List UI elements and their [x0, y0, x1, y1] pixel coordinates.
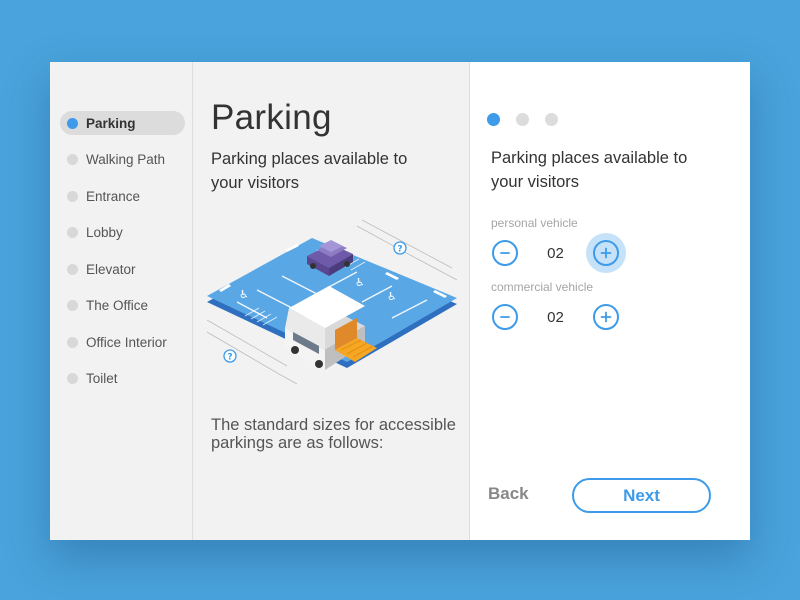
sidebar-item-label: The Office — [86, 298, 149, 313]
plus-icon — [600, 247, 612, 259]
personal-vehicle-decrement-button[interactable] — [492, 240, 518, 266]
sidebar: Parking Walking Path Entrance Lobby Elev… — [50, 62, 193, 540]
commercial-vehicle-label: commercial vehicle — [491, 280, 594, 294]
sidebar-item-label: Lobby — [86, 225, 123, 240]
sidebar-item-toilet[interactable]: Toilet — [60, 367, 185, 391]
sidebar-item-label: Parking — [86, 115, 136, 131]
personal-vehicle-count: 02 — [547, 244, 564, 262]
form-subtitle: Parking places available to your visitor… — [491, 149, 688, 191]
sidebar-item-parking[interactable]: Parking — [60, 111, 185, 135]
commercial-vehicle-count: 02 — [547, 308, 564, 326]
parking-lot-illustration: ♿ ♿ ♿ ♿ — [207, 220, 457, 385]
page-subtitle: Parking places available to your visitor… — [211, 150, 408, 192]
sidebar-item-label: Walking Path — [86, 152, 166, 167]
status-dot-icon — [67, 373, 78, 384]
commercial-vehicle-increment-button[interactable] — [593, 304, 619, 330]
sidebar-item-label: Toilet — [86, 371, 118, 386]
status-dot-icon — [67, 227, 78, 238]
sidebar-item-label: Elevator — [86, 261, 136, 277]
personal-vehicle-stepper: 02 — [492, 233, 626, 273]
svg-text:?: ? — [227, 353, 232, 363]
sidebar-item-walking-path[interactable]: Walking Path — [60, 148, 185, 172]
content-panel: Parking Parking places available to your… — [193, 62, 470, 540]
minus-icon — [500, 316, 510, 318]
svg-text:♿: ♿ — [387, 290, 397, 303]
commercial-vehicle-decrement-button[interactable] — [492, 304, 518, 330]
plus-icon — [600, 311, 612, 323]
status-dot-icon — [67, 300, 78, 311]
sidebar-item-elevator[interactable]: Elevator — [60, 257, 185, 281]
sidebar-item-lobby[interactable]: Lobby — [60, 221, 185, 245]
personal-vehicle-label: personal vehicle — [491, 216, 578, 230]
sidebar-item-label: Office Interior — [86, 334, 167, 350]
form-panel: Parking places available to your visitor… — [470, 62, 750, 540]
step-dot-3[interactable] — [545, 113, 558, 126]
info-text: The standard sizes for accessible parkin… — [211, 416, 456, 452]
page-title: Parking — [211, 98, 332, 137]
next-button[interactable]: Next — [572, 478, 711, 513]
sidebar-item-the-office[interactable]: The Office — [60, 294, 185, 318]
svg-text:♿: ♿ — [355, 276, 365, 289]
personal-vehicle-increment-button[interactable] — [586, 233, 626, 273]
step-indicator — [487, 113, 558, 126]
status-dot-icon — [67, 336, 78, 348]
sidebar-item-office-interior[interactable]: Office Interior — [60, 330, 185, 354]
step-dot-1[interactable] — [487, 113, 500, 126]
help-marker-icon: ? — [223, 349, 237, 363]
commercial-vehicle-stepper: 02 — [492, 304, 619, 330]
svg-text:?: ? — [397, 245, 402, 255]
status-dot-icon — [67, 117, 78, 129]
status-dot-icon — [67, 263, 78, 275]
minus-icon — [500, 252, 510, 254]
sidebar-item-label: Entrance — [86, 188, 141, 204]
status-dot-icon — [67, 190, 78, 202]
status-dot-icon — [67, 154, 78, 165]
svg-text:♿: ♿ — [239, 288, 249, 301]
step-dot-2[interactable] — [516, 113, 529, 126]
back-button[interactable]: Back — [488, 484, 529, 504]
sidebar-item-entrance[interactable]: Entrance — [60, 184, 185, 208]
help-marker-icon: ? — [393, 241, 407, 255]
wizard-card: Parking Walking Path Entrance Lobby Elev… — [50, 62, 750, 540]
